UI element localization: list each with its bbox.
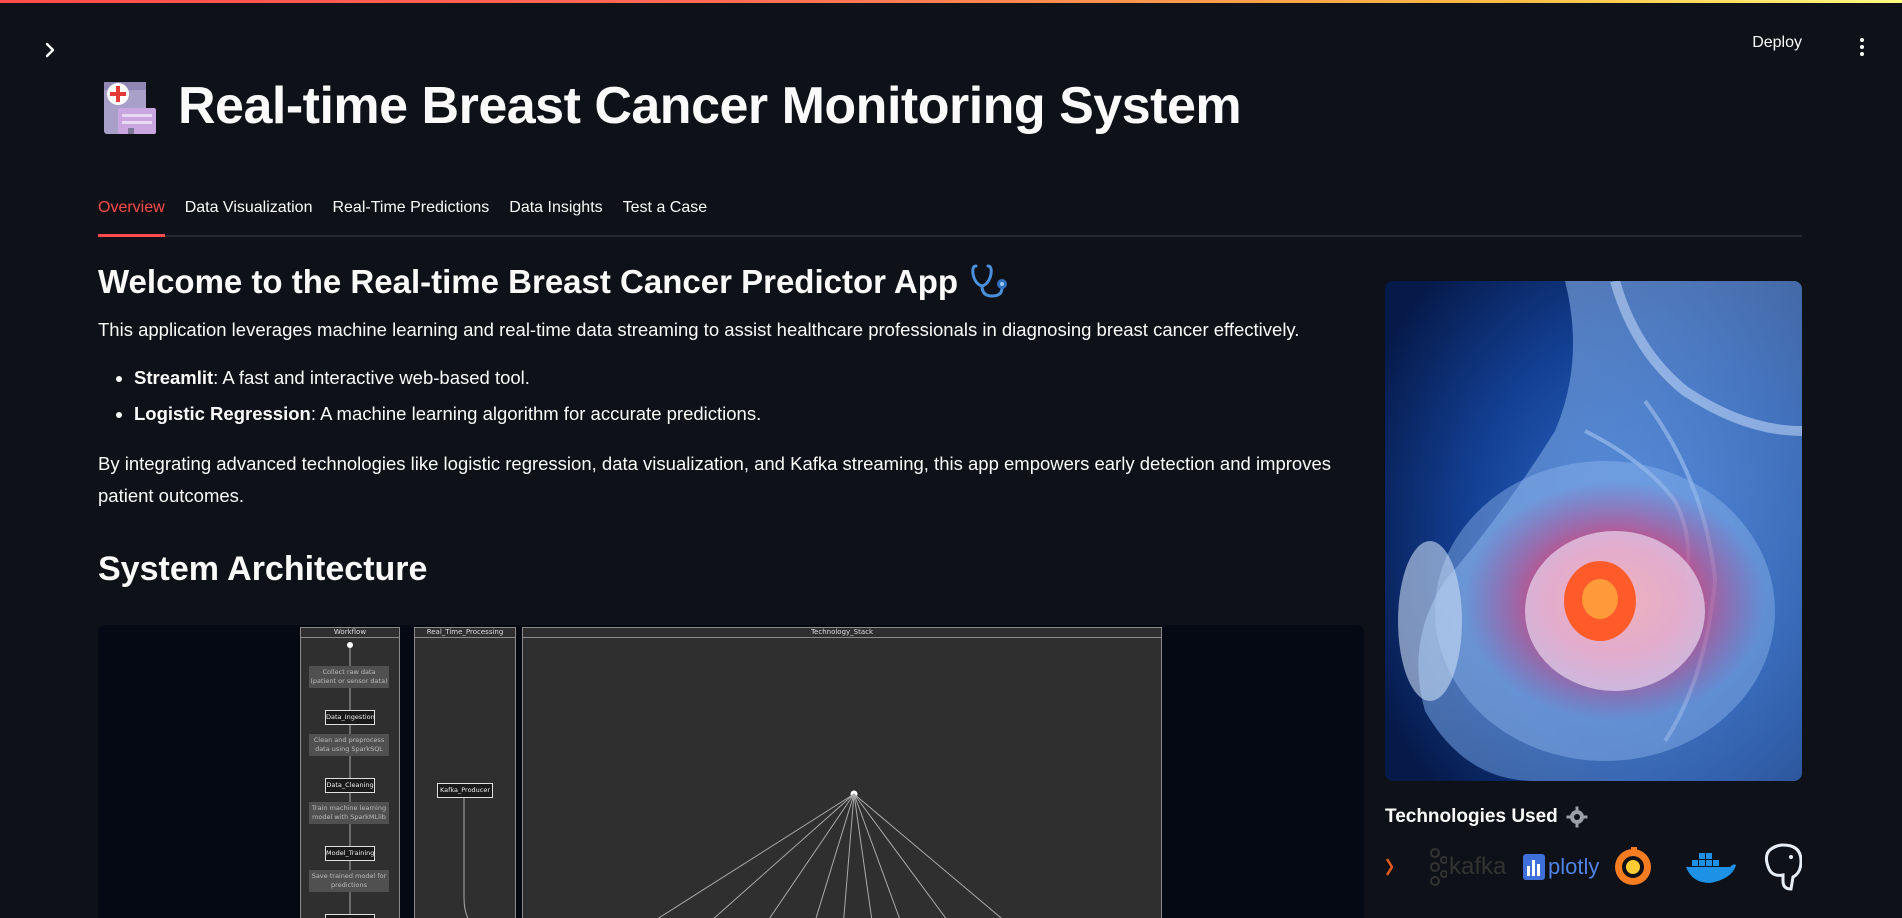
tab-overview[interactable]: Overview <box>98 195 165 237</box>
postgresql-icon <box>1763 842 1802 892</box>
lane-technology-stack: Technology_Stack <box>522 627 1162 918</box>
workflow-note: Train machine learning model with SparkM… <box>309 802 389 824</box>
page-header: Real-time Breast Cancer Monitoring Syste… <box>98 74 1242 138</box>
tab-real-time-predictions[interactable]: Real-Time Predictions <box>332 195 489 233</box>
workflow-node <box>325 914 375 918</box>
realtime-connector <box>463 798 469 918</box>
kebab-menu-icon[interactable] <box>1858 36 1866 58</box>
kafka-logo: kafka <box>1427 842 1506 892</box>
sidebar-column: Technologies Used kafka plotly <box>1385 281 1802 902</box>
tab-test-a-case[interactable]: Test a Case <box>623 195 707 233</box>
list-item-text: : A fast and interactive web-based tool. <box>213 367 530 388</box>
overview-content: Welcome to the Real-time Breast Cancer P… <box>98 262 1364 589</box>
tab-data-insights[interactable]: Data Insights <box>509 195 602 233</box>
deploy-button[interactable]: Deploy <box>1752 34 1802 52</box>
workflow-node: Data_Ingestion <box>325 710 375 725</box>
docker-icon <box>1684 842 1736 892</box>
tab-data-visualization[interactable]: Data Visualization <box>185 195 313 233</box>
welcome-heading: Welcome to the Real-time Breast Cancer P… <box>98 262 1364 302</box>
lane-title: Workflow <box>301 628 399 638</box>
technologies-heading-text: Technologies Used <box>1385 806 1558 827</box>
lane-real-time-processing: Real_Time_Processing Kafka_Producer <box>414 627 516 918</box>
spark-logo-icon <box>1385 842 1393 892</box>
top-decoration-bar <box>0 0 1902 3</box>
list-item-text: : A machine learning algorithm for accur… <box>310 403 762 424</box>
list-item: Streamlit: A fast and interactive web-ba… <box>134 360 1364 396</box>
list-item: Logistic Regression: A machine learning … <box>134 396 1364 432</box>
architecture-heading: System Architecture <box>98 550 428 588</box>
hospital-icon <box>104 82 156 134</box>
list-item-term: Logistic Regression <box>134 403 311 424</box>
chevron-right-icon <box>45 42 55 58</box>
technology-logos: kafka plotly <box>1385 842 1802 902</box>
workflow-note: Collect raw data (patient or sensor data… <box>309 666 389 688</box>
plotly-logo: plotly <box>1523 842 1599 892</box>
technology-connectors <box>657 790 1002 918</box>
technologies-heading: Technologies Used <box>1385 806 1802 828</box>
architecture-diagram: Workflow Collect raw data (patient or se… <box>98 625 1364 918</box>
workflow-note: Clean and preprocess data using SparkSQL <box>309 734 389 756</box>
expand-sidebar-button[interactable] <box>38 38 62 62</box>
gear-icon <box>1566 806 1588 828</box>
list-item-term: Streamlit <box>134 367 214 388</box>
page-title: Real-time Breast Cancer Monitoring Syste… <box>178 77 1242 135</box>
outro-paragraph: By integrating advanced technologies lik… <box>98 453 1331 506</box>
tab-bar: Overview Data Visualization Real-Time Pr… <box>98 195 1802 237</box>
welcome-heading-text: Welcome to the Real-time Breast Cancer P… <box>98 263 959 300</box>
workflow-node: Model_Training <box>325 846 375 861</box>
intro-paragraph: This application leverages machine learn… <box>98 319 1300 340</box>
workflow-node: Data_Cleaning <box>325 778 375 793</box>
stethoscope-icon <box>971 264 1008 298</box>
grafana-icon <box>1611 842 1655 892</box>
workflow-note: Save trained model for predictions <box>309 870 389 892</box>
feature-list: Streamlit: A fast and interactive web-ba… <box>98 360 1364 432</box>
lane-workflow: Workflow Collect raw data (patient or se… <box>300 627 400 918</box>
breast-anatomy-image <box>1385 281 1802 781</box>
